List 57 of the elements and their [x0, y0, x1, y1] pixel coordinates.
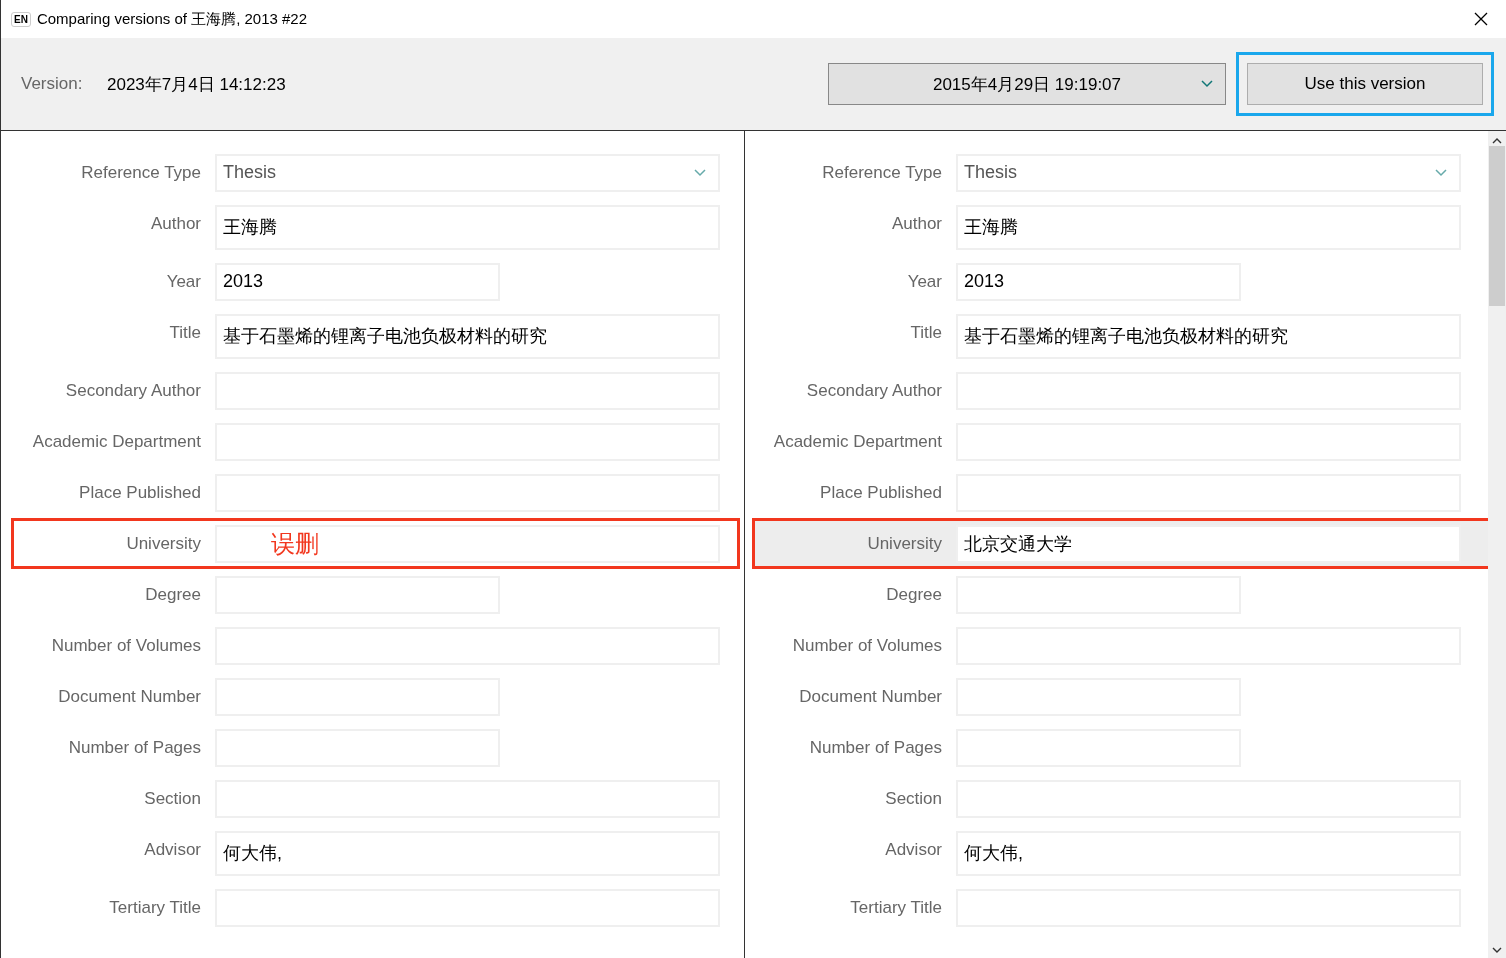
- field-label: Place Published: [78, 481, 201, 503]
- field-label: Advisor: [143, 838, 201, 860]
- scroll-up-icon[interactable]: [1492, 137, 1502, 144]
- field-label: Place Published: [819, 481, 942, 503]
- chevron-down-icon: [1435, 168, 1447, 177]
- field-label: Year: [906, 270, 942, 292]
- close-icon[interactable]: [1474, 12, 1488, 26]
- input-field[interactable]: 王海腾: [956, 204, 1461, 250]
- scrollbar[interactable]: [1488, 131, 1506, 958]
- input-field[interactable]: 基于石墨烯的锂离子电池负极材料的研究: [956, 313, 1461, 359]
- input-field[interactable]: 2013: [956, 262, 1241, 301]
- field-label: Author: [149, 212, 201, 234]
- annotation-text: 误删: [271, 528, 319, 559]
- field-label: Tertiary Title: [849, 896, 942, 918]
- scroll-down-icon[interactable]: [1492, 947, 1502, 954]
- field-label: Author: [890, 212, 942, 234]
- field-label: Academic Department: [772, 430, 942, 452]
- field-label: Reference Type: [80, 161, 201, 183]
- field-label: Year: [165, 270, 201, 292]
- field-label: Degree: [885, 583, 942, 605]
- input-field[interactable]: 误删: [215, 524, 720, 563]
- field-label: Number of Volumes: [791, 634, 942, 656]
- field-label: Secondary Author: [805, 379, 942, 401]
- field-label: Title: [168, 321, 201, 343]
- input-field[interactable]: 基于石墨烯的锂离子电池负极材料的研究: [215, 313, 720, 359]
- field-label: Document Number: [57, 685, 201, 707]
- field-label: Document Number: [798, 685, 942, 707]
- input-field[interactable]: 王海腾: [215, 204, 720, 250]
- field-label: Secondary Author: [64, 379, 201, 401]
- field-label: Section: [143, 787, 201, 809]
- field-label: Academic Department: [31, 430, 201, 452]
- version-dropdown[interactable]: 2015年4月29日 19:19:07: [828, 63, 1226, 105]
- input-field[interactable]: 何大伟,: [215, 830, 720, 876]
- dropdown[interactable]: Thesis: [215, 153, 720, 192]
- field-label: Section: [884, 787, 942, 809]
- version-label: Version:: [21, 74, 84, 94]
- field-label: Number of Pages: [808, 736, 942, 758]
- field-label: Number of Pages: [67, 736, 201, 758]
- field-label: Degree: [144, 583, 201, 605]
- field-label: Tertiary Title: [108, 896, 201, 918]
- input-field[interactable]: 何大伟,: [956, 830, 1461, 876]
- dropdown[interactable]: Thesis: [956, 153, 1461, 192]
- input-field[interactable]: 2013: [215, 262, 500, 301]
- chevron-down-icon: [1201, 80, 1213, 88]
- field-label: University: [125, 532, 201, 554]
- field-label: University: [866, 532, 942, 554]
- use-version-button[interactable]: Use this version: [1247, 63, 1483, 105]
- scroll-thumb[interactable]: [1489, 146, 1505, 306]
- window-title: Comparing versions of 王海腾, 2013 #22: [36, 9, 309, 29]
- field-label: Reference Type: [821, 161, 942, 183]
- input-field[interactable]: 北京交通大学: [956, 524, 1461, 563]
- field-label: Advisor: [884, 838, 942, 860]
- field-label: Number of Volumes: [50, 634, 201, 656]
- chevron-down-icon: [694, 168, 706, 177]
- field-label: Title: [909, 321, 942, 343]
- version-value: 2023年7月4日 14:12:23: [107, 73, 287, 96]
- app-icon: EN: [11, 11, 31, 27]
